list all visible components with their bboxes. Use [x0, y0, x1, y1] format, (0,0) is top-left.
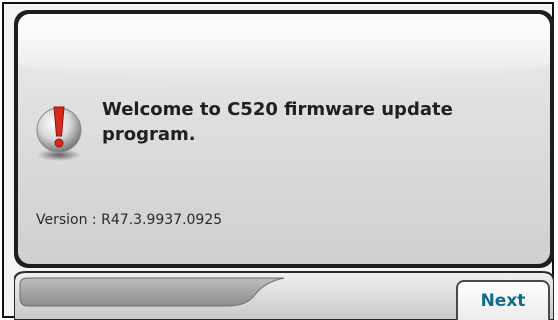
next-button[interactable]: Next	[456, 280, 550, 320]
exclamation-icon	[31, 95, 87, 165]
welcome-message: Welcome to C520 firmware update program.	[102, 99, 453, 145]
dialog-gloss	[18, 14, 550, 84]
version-label: Version : R47.3.9937.0925	[36, 212, 223, 228]
